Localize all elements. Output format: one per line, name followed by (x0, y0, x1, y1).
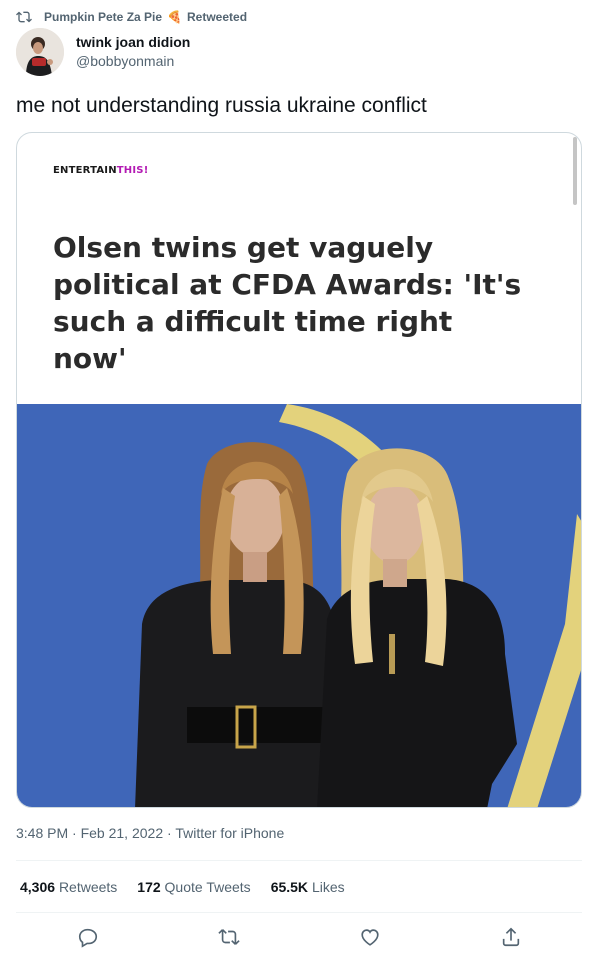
author-display-name[interactable]: twink joan didion (76, 33, 190, 51)
share-icon (502, 927, 520, 947)
engagement-stats: 4,306 Retweets 172 Quote Tweets 65.5K Li… (20, 879, 365, 895)
brand-logo-part1: ENTERTAIN (53, 165, 117, 176)
likes-label: Likes (311, 879, 345, 895)
retweet-button[interactable] (218, 926, 240, 948)
pizza-emoji: 🍕 (167, 10, 182, 24)
retweet-icon (16, 11, 32, 23)
meta-separator: · (167, 825, 172, 841)
reply-icon (78, 928, 98, 948)
avatar-image (16, 28, 64, 76)
retweets-count: 4,306 (20, 879, 56, 895)
retweet-icon (218, 929, 240, 945)
avatar[interactable] (16, 28, 64, 76)
divider (16, 912, 582, 913)
reply-button[interactable] (77, 926, 99, 948)
brand-logo-part2: THIS! (116, 165, 149, 176)
tweet-metadata: 3:48 PM · Feb 21, 2022 · Twitter for iPh… (16, 825, 284, 841)
like-icon (361, 929, 379, 946)
article-headline: Olsen twins get vaguely political at CFD… (53, 231, 522, 375)
tweet-media[interactable]: ENTERTAINTHIS! Olsen twins get vaguely p… (16, 132, 582, 808)
like-button[interactable] (359, 926, 381, 948)
quotes-label: Quote Tweets (164, 879, 251, 895)
retweeter-name[interactable]: Pumpkin Pete Za Pie (44, 10, 162, 24)
share-button[interactable] (500, 926, 522, 948)
retweeted-label: Retweeted (187, 10, 248, 24)
tweet-time[interactable]: 3:48 PM (16, 825, 68, 841)
media-scrollbar (573, 137, 577, 205)
retweets-label: Retweets (58, 879, 118, 895)
tweet-source[interactable]: Twitter for iPhone (175, 825, 284, 841)
action-bar (0, 926, 598, 950)
tweet-author: twink joan didion @bobbyonmain (16, 28, 190, 76)
brand-logo: ENTERTAINTHIS! (53, 165, 148, 176)
likes-count: 65.5K (270, 879, 309, 895)
divider (16, 860, 582, 861)
quote-tweets-stat[interactable]: 172 Quote Tweets (137, 879, 250, 895)
retweeted-by-row[interactable]: Pumpkin Pete Za Pie 🍕 Retweeted (16, 8, 247, 26)
author-handle[interactable]: @bobbyonmain (76, 51, 190, 71)
retweets-stat[interactable]: 4,306 Retweets (20, 879, 117, 895)
tweet-date[interactable]: Feb 21, 2022 (81, 825, 164, 841)
meta-separator: · (72, 825, 77, 841)
likes-stat[interactable]: 65.5K Likes (271, 879, 345, 895)
article-photo (17, 404, 581, 807)
quotes-count: 172 (137, 879, 161, 895)
tweet-text: me not understanding russia ukraine conf… (16, 94, 427, 117)
